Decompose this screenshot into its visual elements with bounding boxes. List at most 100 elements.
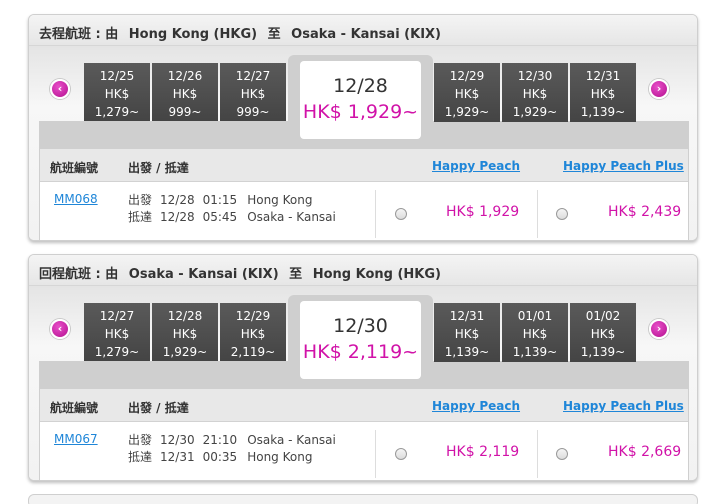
flight-times: 出發 12/28 01:15 Hong Kong 抵達 12/28 05:45 Osaka … — [128, 192, 336, 226]
price-label: 1,139~ — [580, 345, 626, 359]
col-dep-arr: 出發 / 抵達 — [128, 401, 189, 415]
currency-label: HK$ — [240, 327, 266, 341]
currency-label: HK$ — [454, 327, 480, 341]
happy-peach-plus-radio[interactable] — [556, 448, 568, 460]
inbound-body: ‹ 12/27 HK$ 1,279~ 12/28 HK$ 1,929~ 12/2… — [29, 286, 697, 480]
divider — [375, 190, 376, 238]
inbound-header: 回程航班 : 由 Osaka - Kansai (KIX) 至 Hong Kon… — [29, 255, 697, 286]
date-label: 12/26 — [167, 69, 203, 83]
currency-label: HK$ — [590, 87, 616, 101]
flight-number-link[interactable]: MM068 — [54, 192, 98, 206]
next-section-edge — [28, 494, 698, 504]
inbound-date-tile[interactable]: 12/27 HK$ 1,279~ — [84, 303, 150, 362]
happy-peach-radio[interactable] — [395, 448, 407, 460]
outbound-header: 去程航班 : 由 Hong Kong (HKG) 至 Osaka - Kansa… — [29, 15, 697, 46]
divider — [375, 430, 376, 478]
arr-time: 00:35 — [202, 450, 238, 464]
outbound-section: 去程航班 : 由 Hong Kong (HKG) 至 Osaka - Kansa… — [28, 14, 698, 241]
inbound-date-tile[interactable]: 12/29 HK$ 2,119~ — [220, 303, 286, 362]
price-label: 1,929~ — [444, 105, 490, 119]
currency-label: HK$ — [104, 327, 130, 341]
selected-date-label: 12/30 — [333, 315, 388, 337]
happy-peach-plus-link[interactable]: Happy Peach Plus — [563, 399, 684, 413]
divider — [537, 190, 538, 238]
outbound-selected-frame: 12/28 HK$ 1,929~ — [288, 55, 433, 149]
outbound-origin: Hong Kong (HKG) — [128, 27, 258, 42]
happy-peach-plus-price: HK$ 2,669 — [608, 444, 682, 460]
outbound-flight-table: 航班編號 出發 / 抵達 Happy Peach Happy Peach Plu… — [39, 149, 689, 240]
arrival-line: 抵達 12/28 05:45 Osaka - Kansai — [128, 209, 336, 226]
date-label: 12/25 — [99, 69, 135, 83]
currency-label: HK$ — [454, 87, 480, 101]
happy-peach-link[interactable]: Happy Peach — [432, 399, 520, 413]
inbound-flight-table: 航班編號 出發 / 抵達 Happy Peach Happy Peach Plu… — [39, 389, 689, 480]
happy-peach-plus-price: HK$ 2,439 — [608, 204, 682, 220]
arr-time: 05:45 — [202, 210, 238, 224]
inbound-date-tile[interactable]: 12/31 HK$ 1,139~ — [434, 303, 500, 362]
date-label: 12/29 — [449, 69, 485, 83]
happy-peach-radio[interactable] — [395, 208, 407, 220]
inbound-destination: Hong Kong (HKG) — [312, 267, 441, 282]
arr-date: 12/31 — [160, 450, 195, 464]
table-row: MM067 出發 12/30 21:10 Osaka - Kansai 抵達 12/31… — [40, 422, 688, 480]
outbound-destination: Osaka - Kansai (KIX) — [291, 27, 441, 42]
date-label: 12/27 — [99, 309, 135, 323]
dep-city: Hong Kong — [247, 193, 313, 207]
flight-number-link[interactable]: MM067 — [54, 432, 98, 446]
inbound-section: 回程航班 : 由 Osaka - Kansai (KIX) 至 Hong Kon… — [28, 254, 698, 481]
inbound-header-label: 回程航班 : 由 — [39, 267, 119, 282]
price-label: 1,929~ — [162, 345, 208, 359]
currency-label: HK$ — [522, 327, 548, 341]
outbound-to-word: 至 — [267, 27, 281, 42]
chevron-right-icon[interactable]: › — [649, 319, 669, 339]
outbound-header-label: 去程航班 : 由 — [39, 27, 119, 42]
chevron-left-icon[interactable]: ‹ — [50, 79, 70, 99]
divider — [537, 430, 538, 478]
inbound-selected-date[interactable]: 12/30 HK$ 2,119~ — [300, 301, 421, 379]
happy-peach-link[interactable]: Happy Peach — [432, 159, 520, 173]
date-label: 01/01 — [517, 309, 553, 323]
currency-label: HK$ — [590, 327, 616, 341]
price-label: 1,139~ — [512, 345, 558, 359]
inbound-date-tile[interactable]: 01/01 HK$ 1,139~ — [502, 303, 568, 362]
price-label: 1,929~ — [512, 105, 558, 119]
dep-date: 12/30 — [160, 433, 195, 447]
inbound-date-tile[interactable]: 12/28 HK$ 1,929~ — [152, 303, 218, 362]
happy-peach-plus-link[interactable]: Happy Peach Plus — [563, 159, 684, 173]
price-label: 1,279~ — [94, 345, 140, 359]
date-label: 12/31 — [449, 309, 485, 323]
outbound-date-tile[interactable]: 12/31 HK$ 1,139~ — [570, 63, 636, 122]
outbound-selected-date[interactable]: 12/28 HK$ 1,929~ — [300, 61, 421, 139]
outbound-date-tile[interactable]: 12/27 HK$ 999~ — [220, 63, 286, 122]
table-header: 航班編號 出發 / 抵達 Happy Peach Happy Peach Plu… — [40, 149, 688, 182]
dep-date: 12/28 — [160, 193, 195, 207]
outbound-date-tile[interactable]: 12/26 HK$ 999~ — [152, 63, 218, 122]
price-label: 1,139~ — [444, 345, 490, 359]
outbound-date-tile[interactable]: 12/29 HK$ 1,929~ — [434, 63, 500, 122]
flight-times: 出發 12/30 21:10 Osaka - Kansai 抵達 12/31 00:35 H… — [128, 432, 336, 466]
outbound-date-tile[interactable]: 12/30 HK$ 1,929~ — [502, 63, 568, 122]
inbound-date-tile[interactable]: 01/02 HK$ 1,139~ — [570, 303, 636, 362]
dep-time: 01:15 — [202, 193, 238, 207]
date-label: 12/28 — [167, 309, 203, 323]
price-label: 999~ — [236, 105, 270, 119]
chevron-right-icon[interactable]: › — [649, 79, 669, 99]
currency-label: HK$ — [172, 327, 198, 341]
arr-date: 12/28 — [160, 210, 195, 224]
price-label: 999~ — [168, 105, 202, 119]
inbound-to-word: 至 — [289, 267, 303, 282]
arr-city: Hong Kong — [247, 450, 313, 464]
chevron-left-icon[interactable]: ‹ — [50, 319, 70, 339]
selected-price-label: HK$ 1,929~ — [302, 101, 419, 123]
outbound-body: ‹ 12/25 HK$ 1,279~ 12/26 HK$ 999~ 12/27 … — [29, 46, 697, 240]
inbound-origin: Osaka - Kansai (KIX) — [128, 267, 279, 282]
col-flight-number: 航班編號 — [50, 161, 99, 175]
currency-label: HK$ — [240, 87, 266, 101]
outbound-date-tile[interactable]: 12/25 HK$ 1,279~ — [84, 63, 150, 122]
col-flight-number: 航班編號 — [50, 401, 99, 415]
dep-time: 21:10 — [202, 433, 238, 447]
happy-peach-plus-radio[interactable] — [556, 208, 568, 220]
happy-peach-price: HK$ 1,929 — [446, 204, 520, 220]
selected-price-label: HK$ 2,119~ — [302, 341, 419, 363]
inbound-date-strip: ‹ 12/27 HK$ 1,279~ 12/28 HK$ 1,929~ 12/2… — [29, 286, 697, 390]
